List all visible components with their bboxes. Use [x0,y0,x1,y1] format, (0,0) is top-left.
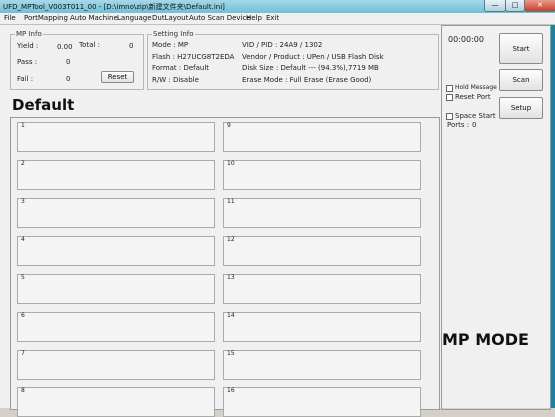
mp-mode-overlay-label: MP MODE [442,330,529,349]
window-right-border [551,25,555,408]
reset-port-label: Reset Port [455,93,491,101]
menu-dutlayout[interactable]: DutLayout [152,14,188,22]
port-number: 3 [21,198,25,205]
default-overlay-label: Default [12,96,75,114]
setup-button[interactable]: Setup [499,97,543,119]
space-start-label: Space Start [455,112,496,120]
port-number: 11 [227,198,235,205]
menu-help[interactable]: Help [246,14,262,22]
fail-value: 0 [66,75,71,83]
pass-value: 0 [66,58,71,66]
hold-message-checkbox[interactable] [446,85,453,92]
port-box: 10 [223,160,421,190]
disk-size-info: Disk Size : Default --- (94.3%),7719 MB [242,64,379,72]
port-box: 8 [17,387,215,417]
menu-file[interactable]: File [4,14,16,22]
ports-count-value: 0 [472,121,477,129]
port-number: 7 [21,350,25,357]
port-box: 13 [223,274,421,304]
port-box: 15 [223,350,421,380]
total-value: 0 [129,42,134,50]
minimize-icon[interactable]: — [484,0,506,12]
menu-auto-machine[interactable]: Auto Machine [70,14,118,22]
start-button[interactable]: Start [499,33,543,64]
window-title: UFD_MPTool_V003T011_00 - [D:\imno\zip\新建… [3,3,225,11]
ports-count-label: Ports : [447,121,470,129]
close-icon[interactable]: ✕ [524,0,555,12]
port-box: 14 [223,312,421,342]
port-box: 16 [223,387,421,417]
port-box: 3 [17,198,215,228]
mode-info: Mode : MP [152,41,189,49]
port-number: 1 [21,122,25,129]
ports-panel: 1 2 3 4 5 6 7 8 9 10 11 12 13 14 15 16 [10,117,440,417]
pass-label: Pass : [17,58,38,66]
scan-button[interactable]: Scan [499,69,543,91]
maximize-icon[interactable]: □ [505,0,525,12]
main-client-area: MP Info Yield : 0.00 Total : 0 Pass : 0 … [0,25,555,417]
fail-label: Fail : [17,75,34,83]
reset-port-checkbox[interactable] [446,94,453,101]
port-box: 12 [223,236,421,266]
space-start-checkbox[interactable] [446,113,453,120]
control-panel: 00:00:00 Start Scan Setup Hold Message R… [441,25,551,410]
port-number: 15 [227,350,235,357]
timer-display: 00:00:00 [448,35,484,44]
yield-label: Yield : [17,42,39,50]
port-number: 13 [227,274,235,281]
port-number: 16 [227,387,235,394]
setting-info-group: Setting Info Mode : MP VID / PID : 24A9 … [147,30,439,90]
setting-info-legend: Setting Info [152,30,195,38]
format-info: Format : Default [152,64,210,72]
port-number: 2 [21,160,25,167]
total-label: Total : [79,41,100,49]
reset-button[interactable]: Reset [101,71,134,83]
port-box: 4 [17,236,215,266]
title-bar: UFD_MPTool_V003T011_00 - [D:\imno\zip\新建… [0,0,555,13]
port-box: 2 [17,160,215,190]
port-number: 4 [21,236,25,243]
hold-message-label: Hold Message [455,84,497,91]
port-box: 6 [17,312,215,342]
vendor-product-info: Vendor / Product : UPen / USB Flash Disk [242,53,384,61]
erase-mode-info: Erase Mode : Full Erase (Erase Good) [242,76,372,84]
menu-language[interactable]: Language [117,14,152,22]
mp-info-group: MP Info Yield : 0.00 Total : 0 Pass : 0 … [10,30,144,90]
menu-bar: File PortMapping Auto Machine Language D… [0,13,555,25]
port-number: 5 [21,274,25,281]
port-box: 11 [223,198,421,228]
port-number: 6 [21,312,25,319]
mp-info-legend: MP Info [15,30,43,38]
port-number: 12 [227,236,235,243]
port-box: 9 [223,122,421,152]
port-number: 10 [227,160,235,167]
rw-info: R/W : Disable [152,76,199,84]
port-number: 9 [227,122,231,129]
port-box: 1 [17,122,215,152]
vid-pid-info: VID / PID : 24A9 / 1302 [242,41,323,49]
yield-value: 0.00 [57,43,73,51]
port-box: 5 [17,274,215,304]
port-number: 14 [227,312,235,319]
menu-auto-scan-device[interactable]: Auto Scan Device [189,14,251,22]
menu-portmapping[interactable]: PortMapping [24,14,68,22]
menu-exit[interactable]: Exit [266,14,279,22]
port-number: 8 [21,387,25,394]
flash-info: Flash : H27UCG8T2EDA [152,53,235,61]
port-box: 7 [17,350,215,380]
